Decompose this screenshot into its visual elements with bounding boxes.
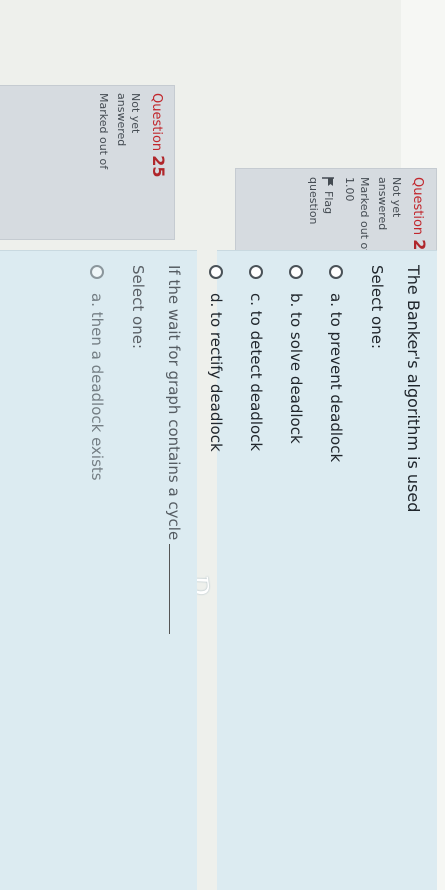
quiz-page: Question 24 Not yet answered Marked out … xyxy=(0,0,445,890)
option-c[interactable]: c. to detect deadlock xyxy=(236,265,276,865)
status-text: Not yet answered xyxy=(114,93,143,147)
question-24-text-block: The Banker's algorithm is used Select on… xyxy=(196,265,423,865)
flag-icon xyxy=(321,177,334,187)
option-b-radio[interactable] xyxy=(289,265,303,279)
question-25-info-text: Question 25 Not yet answered Marked out … xyxy=(0,85,175,240)
select-one-label: Select one: xyxy=(129,265,147,350)
option-a-radio[interactable] xyxy=(90,265,104,279)
option-c-radio[interactable] xyxy=(249,265,263,279)
option-a[interactable]: a. to prevent deadlock xyxy=(316,265,356,865)
question-number-value: 25 xyxy=(149,155,168,178)
flag-label: Flag xyxy=(322,191,336,215)
question-25-content: If the wait for graph contains a cycle S… xyxy=(0,250,197,890)
option-b[interactable]: b. to solve deadlock xyxy=(276,265,316,865)
option-d-label: d. to rectify deadlock xyxy=(207,293,225,452)
option-a-label: a. then a deadlock exists xyxy=(88,293,106,481)
question-number: Question 25 xyxy=(149,93,168,178)
option-b-label: b. to solve deadlock xyxy=(287,293,305,444)
question-text: If the wait for graph contains a cycle xyxy=(165,265,183,541)
option-d-radio[interactable] xyxy=(209,265,223,279)
question-text: The Banker's algorithm is used xyxy=(404,265,423,513)
option-c-label: c. to detect deadlock xyxy=(247,293,265,452)
option-a-radio[interactable] xyxy=(329,265,343,279)
marks-text: Marked out of xyxy=(96,93,110,170)
answer-blank xyxy=(169,544,170,635)
option-a-label: a. to prevent deadlock xyxy=(327,293,345,463)
option-d[interactable]: d. to rectify deadlock xyxy=(196,265,236,865)
select-one-label: Select one: xyxy=(368,265,386,350)
option-a[interactable]: a. then a deadlock exists xyxy=(77,265,117,876)
